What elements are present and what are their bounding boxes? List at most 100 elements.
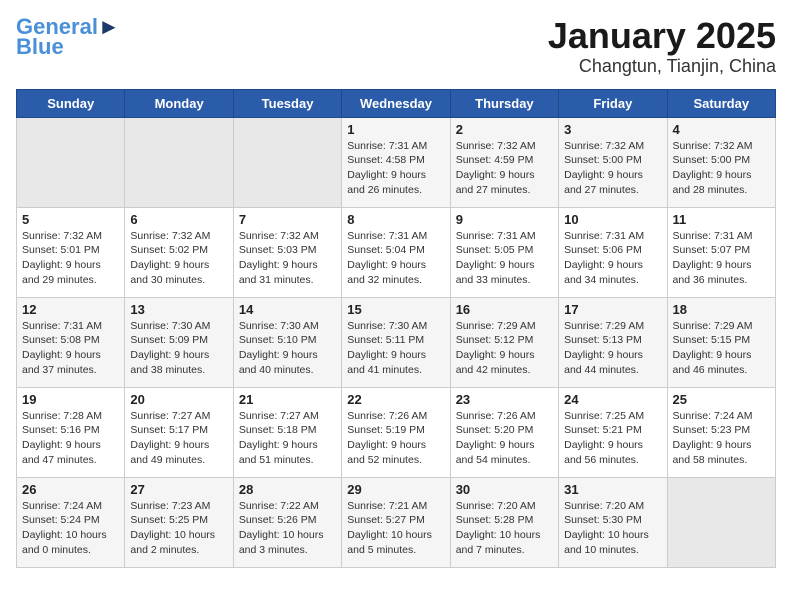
day-number: 29 (347, 482, 444, 497)
weekday-header: Friday (559, 89, 667, 117)
cell-content: Sunrise: 7:31 AM Sunset: 4:58 PM Dayligh… (347, 139, 444, 198)
calendar-cell: 20 Sunrise: 7:27 AM Sunset: 5:17 PM Dayli… (125, 387, 233, 477)
weekday-header: Tuesday (233, 89, 341, 117)
calendar-cell: 14 Sunrise: 7:30 AM Sunset: 5:10 PM Dayli… (233, 297, 341, 387)
calendar-cell: 17 Sunrise: 7:29 AM Sunset: 5:13 PM Dayli… (559, 297, 667, 387)
calendar-cell: 8 Sunrise: 7:31 AM Sunset: 5:04 PM Daylig… (342, 207, 450, 297)
cell-content: Sunrise: 7:32 AM Sunset: 4:59 PM Dayligh… (456, 139, 553, 198)
cell-content: Sunrise: 7:30 AM Sunset: 5:11 PM Dayligh… (347, 319, 444, 378)
page-header: General► Blue January 2025 Changtun, Tia… (16, 16, 776, 77)
day-number: 1 (347, 122, 444, 137)
calendar-week-row: 19Sunrise: 7:28 AM Sunset: 5:16 PM Dayli… (17, 387, 776, 477)
day-number: 31 (564, 482, 661, 497)
cell-content: Sunrise: 7:27 AM Sunset: 5:17 PM Dayligh… (130, 409, 227, 468)
cell-content: Sunrise: 7:24 AM Sunset: 5:23 PM Dayligh… (673, 409, 770, 468)
calendar-cell: 31 Sunrise: 7:20 AM Sunset: 5:30 PM Dayli… (559, 477, 667, 567)
day-number: 5 (22, 212, 119, 227)
day-number: 21 (239, 392, 336, 407)
calendar-cell: 12 Sunrise: 7:31 AM Sunset: 5:08 PM Dayli… (17, 297, 125, 387)
calendar-cell (125, 117, 233, 207)
day-number: 14 (239, 302, 336, 317)
calendar-week-row: 12 Sunrise: 7:31 AM Sunset: 5:08 PM Dayli… (17, 297, 776, 387)
cell-content: Sunrise: 7:26 AM Sunset: 5:19 PM Dayligh… (347, 409, 444, 468)
cell-content: Sunrise: 7:25 AM Sunset: 5:21 PM Dayligh… (564, 409, 661, 468)
calendar-cell: 3 Sunrise: 7:32 AM Sunset: 5:00 PM Daylig… (559, 117, 667, 207)
cell-content: Sunrise: 7:20 AM Sunset: 5:30 PM Dayligh… (564, 499, 661, 558)
logo: General► Blue (16, 16, 120, 60)
weekday-row: SundayMondayTuesdayWednesdayThursdayFrid… (17, 89, 776, 117)
cell-content: Sunrise: 7:32 AM Sunset: 5:03 PM Dayligh… (239, 229, 336, 288)
cell-content: Sunrise: 7:31 AM Sunset: 5:08 PM Dayligh… (22, 319, 119, 378)
calendar-cell: 24Sunrise: 7:25 AM Sunset: 5:21 PM Dayli… (559, 387, 667, 477)
day-number: 18 (673, 302, 770, 317)
day-number: 12 (22, 302, 119, 317)
calendar-cell: 30 Sunrise: 7:20 AM Sunset: 5:28 PM Dayli… (450, 477, 558, 567)
weekday-header: Sunday (17, 89, 125, 117)
day-number: 8 (347, 212, 444, 227)
calendar-cell: 6Sunrise: 7:32 AM Sunset: 5:02 PM Daylig… (125, 207, 233, 297)
day-number: 30 (456, 482, 553, 497)
calendar-cell: 1 Sunrise: 7:31 AM Sunset: 4:58 PM Daylig… (342, 117, 450, 207)
day-number: 19 (22, 392, 119, 407)
calendar-cell: 27 Sunrise: 7:23 AM Sunset: 5:25 PM Dayli… (125, 477, 233, 567)
day-number: 28 (239, 482, 336, 497)
calendar-body: 1 Sunrise: 7:31 AM Sunset: 4:58 PM Daylig… (17, 117, 776, 567)
calendar-subtitle: Changtun, Tianjin, China (548, 56, 776, 77)
calendar-cell: 2 Sunrise: 7:32 AM Sunset: 4:59 PM Daylig… (450, 117, 558, 207)
cell-content: Sunrise: 7:29 AM Sunset: 5:12 PM Dayligh… (456, 319, 553, 378)
weekday-header: Thursday (450, 89, 558, 117)
cell-content: Sunrise: 7:29 AM Sunset: 5:13 PM Dayligh… (564, 319, 661, 378)
cell-content: Sunrise: 7:30 AM Sunset: 5:10 PM Dayligh… (239, 319, 336, 378)
day-number: 16 (456, 302, 553, 317)
calendar-cell: 29Sunrise: 7:21 AM Sunset: 5:27 PM Dayli… (342, 477, 450, 567)
cell-content: Sunrise: 7:27 AM Sunset: 5:18 PM Dayligh… (239, 409, 336, 468)
calendar-cell: 16 Sunrise: 7:29 AM Sunset: 5:12 PM Dayli… (450, 297, 558, 387)
cell-content: Sunrise: 7:31 AM Sunset: 5:06 PM Dayligh… (564, 229, 661, 288)
day-number: 10 (564, 212, 661, 227)
cell-content: Sunrise: 7:22 AM Sunset: 5:26 PM Dayligh… (239, 499, 336, 558)
cell-content: Sunrise: 7:20 AM Sunset: 5:28 PM Dayligh… (456, 499, 553, 558)
calendar-cell (667, 477, 775, 567)
calendar-cell: 19Sunrise: 7:28 AM Sunset: 5:16 PM Dayli… (17, 387, 125, 477)
calendar-cell: 11 Sunrise: 7:31 AM Sunset: 5:07 PM Dayli… (667, 207, 775, 297)
calendar-cell: 25 Sunrise: 7:24 AM Sunset: 5:23 PM Dayli… (667, 387, 775, 477)
cell-content: Sunrise: 7:31 AM Sunset: 5:07 PM Dayligh… (673, 229, 770, 288)
day-number: 7 (239, 212, 336, 227)
day-number: 20 (130, 392, 227, 407)
day-number: 2 (456, 122, 553, 137)
day-number: 11 (673, 212, 770, 227)
calendar-cell: 9Sunrise: 7:31 AM Sunset: 5:05 PM Daylig… (450, 207, 558, 297)
cell-content: Sunrise: 7:32 AM Sunset: 5:00 PM Dayligh… (673, 139, 770, 198)
day-number: 27 (130, 482, 227, 497)
cell-content: Sunrise: 7:32 AM Sunset: 5:00 PM Dayligh… (564, 139, 661, 198)
calendar-header: SundayMondayTuesdayWednesdayThursdayFrid… (17, 89, 776, 117)
calendar-cell: 13 Sunrise: 7:30 AM Sunset: 5:09 PM Dayli… (125, 297, 233, 387)
day-number: 26 (22, 482, 119, 497)
calendar-cell: 7 Sunrise: 7:32 AM Sunset: 5:03 PM Daylig… (233, 207, 341, 297)
calendar-week-row: 26Sunrise: 7:24 AM Sunset: 5:24 PM Dayli… (17, 477, 776, 567)
calendar-week-row: 1 Sunrise: 7:31 AM Sunset: 4:58 PM Daylig… (17, 117, 776, 207)
cell-content: Sunrise: 7:30 AM Sunset: 5:09 PM Dayligh… (130, 319, 227, 378)
day-number: 13 (130, 302, 227, 317)
cell-content: Sunrise: 7:26 AM Sunset: 5:20 PM Dayligh… (456, 409, 553, 468)
calendar-cell: 18 Sunrise: 7:29 AM Sunset: 5:15 PM Dayli… (667, 297, 775, 387)
calendar-cell: 15 Sunrise: 7:30 AM Sunset: 5:11 PM Dayli… (342, 297, 450, 387)
calendar-cell (233, 117, 341, 207)
day-number: 22 (347, 392, 444, 407)
day-number: 3 (564, 122, 661, 137)
calendar-cell: 10 Sunrise: 7:31 AM Sunset: 5:06 PM Dayli… (559, 207, 667, 297)
calendar-cell: 21 Sunrise: 7:27 AM Sunset: 5:18 PM Dayli… (233, 387, 341, 477)
day-number: 25 (673, 392, 770, 407)
cell-content: Sunrise: 7:23 AM Sunset: 5:25 PM Dayligh… (130, 499, 227, 558)
day-number: 6 (130, 212, 227, 227)
calendar-cell: 28 Sunrise: 7:22 AM Sunset: 5:26 PM Dayli… (233, 477, 341, 567)
weekday-header: Saturday (667, 89, 775, 117)
cell-content: Sunrise: 7:29 AM Sunset: 5:15 PM Dayligh… (673, 319, 770, 378)
cell-content: Sunrise: 7:31 AM Sunset: 5:04 PM Dayligh… (347, 229, 444, 288)
calendar-week-row: 5 Sunrise: 7:32 AM Sunset: 5:01 PM Daylig… (17, 207, 776, 297)
cell-content: Sunrise: 7:32 AM Sunset: 5:01 PM Dayligh… (22, 229, 119, 288)
day-number: 15 (347, 302, 444, 317)
calendar-cell: 5 Sunrise: 7:32 AM Sunset: 5:01 PM Daylig… (17, 207, 125, 297)
day-number: 17 (564, 302, 661, 317)
day-number: 4 (673, 122, 770, 137)
